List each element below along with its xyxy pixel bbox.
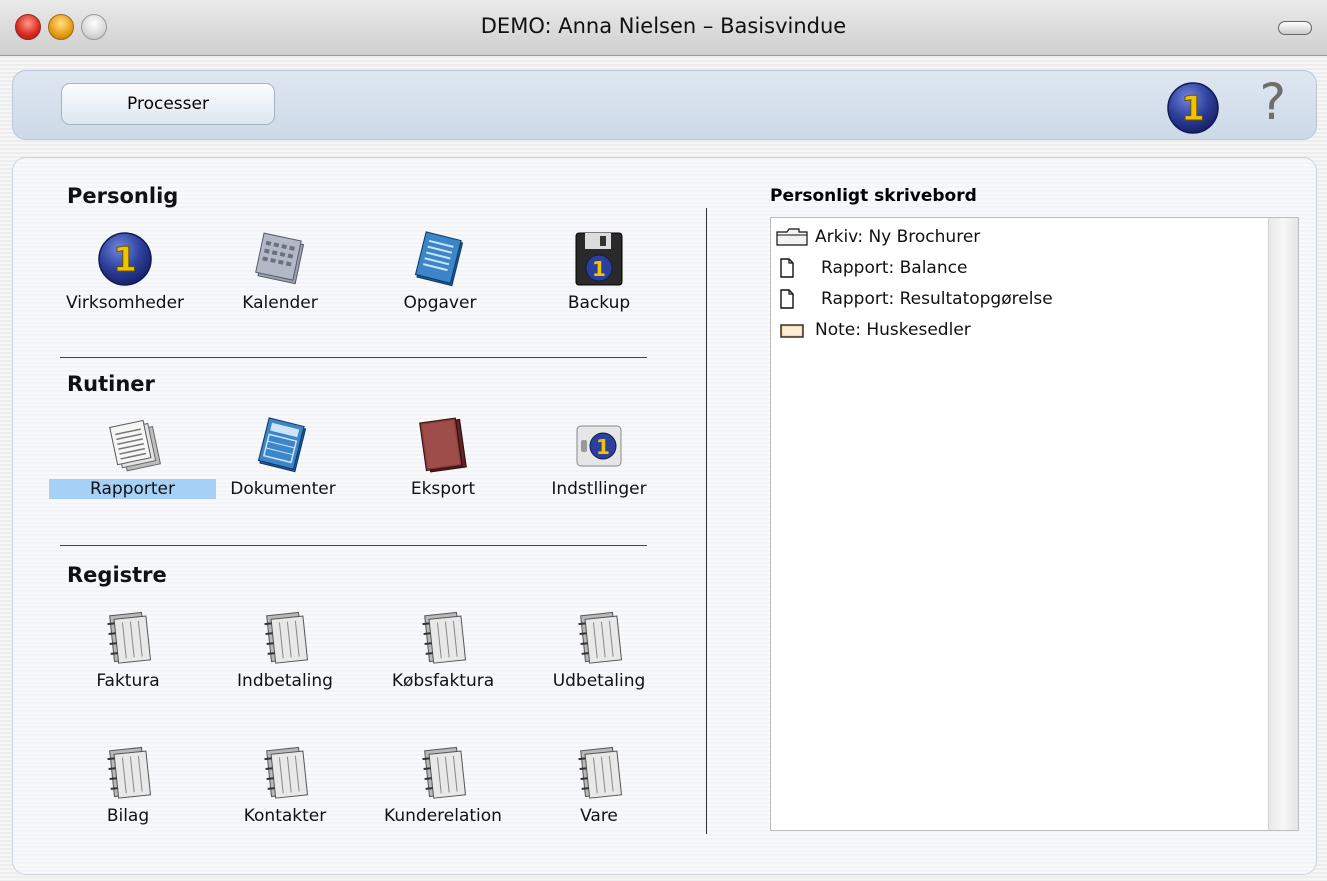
window-title: DEMO: Anna Nielsen – Basisvindue <box>480 14 847 38</box>
desk-title: Personligt skrivebord <box>770 186 977 206</box>
registre-item-bilag[interactable]: Bilag <box>53 743 203 833</box>
folder-icon <box>776 228 808 246</box>
register-icon <box>107 746 152 799</box>
desk-item-rapport-balance[interactable]: Rapport: Balance <box>775 255 967 281</box>
item-label: Købsfaktura <box>391 671 495 691</box>
personlig-item-opgaver[interactable]: Opgaver <box>365 230 515 320</box>
export-book-icon <box>419 417 467 473</box>
item-label: Virksomheder <box>65 293 185 313</box>
register-icon <box>264 746 309 799</box>
registre-item-kontakter[interactable]: Kontakter <box>210 743 360 833</box>
desk-scrollbar[interactable] <box>1268 218 1298 830</box>
item-label: Faktura <box>96 671 160 691</box>
desk-item-rapport-resultat[interactable]: Rapport: Resultatopgørelse <box>775 286 1053 312</box>
calendar-icon <box>255 232 305 285</box>
item-label: Kontakter <box>243 806 327 826</box>
section-heading-registre: Registre <box>67 563 167 587</box>
desk-item-arkiv[interactable]: Arkiv: Ny Brochurer <box>775 224 980 250</box>
note-icon <box>780 324 804 338</box>
item-label: Kalender <box>242 293 318 313</box>
item-label: Vare <box>580 806 618 826</box>
register-icon <box>422 746 467 799</box>
rutiner-item-indstllinger[interactable]: 1 Indstllinger <box>524 416 674 506</box>
svg-text:1: 1 <box>1181 89 1205 129</box>
tasks-icon <box>414 231 464 287</box>
rutiner-item-eksport[interactable]: Eksport <box>368 416 518 506</box>
desk-item-label: Arkiv: Ny Brochurer <box>815 227 981 247</box>
floppy-disk-icon: 1 <box>575 232 623 286</box>
divider <box>60 545 647 546</box>
registre-item-kunderelation[interactable]: Kunderelation <box>368 743 518 833</box>
item-label: Kunderelation <box>384 806 502 826</box>
rutiner-item-rapporter[interactable]: Rapporter <box>49 416 216 506</box>
svg-text:1: 1 <box>592 257 606 281</box>
register-icon <box>578 611 623 664</box>
svg-text:1: 1 <box>596 435 610 459</box>
help-icon[interactable]: ? <box>1259 73 1286 131</box>
desk-item-note[interactable]: Note: Huskesedler <box>775 317 971 343</box>
register-icon <box>422 611 467 664</box>
personlig-item-backup[interactable]: 1 Backup <box>524 230 674 320</box>
vertical-divider <box>706 208 707 834</box>
registre-item-faktura[interactable]: Faktura <box>53 608 203 698</box>
register-icon <box>578 746 623 799</box>
item-label: Indbetaling <box>237 671 333 691</box>
item-label: Indstllinger <box>551 479 647 499</box>
section-heading-personlig: Personlig <box>67 184 179 208</box>
document-icon <box>780 289 794 309</box>
item-label: Backup <box>567 293 631 313</box>
item-label: Eksport <box>410 479 476 499</box>
item-label: Bilag <box>106 806 150 826</box>
svg-text:1: 1 <box>113 240 137 280</box>
item-label: Opgaver <box>403 293 477 313</box>
register-icon <box>264 611 309 664</box>
registre-item-indbetaling[interactable]: Indbetaling <box>210 608 360 698</box>
company-logo-icon: 1 <box>98 232 152 286</box>
registre-item-udbetaling[interactable]: Udbetaling <box>524 608 674 698</box>
item-label: Udbetaling <box>552 671 646 691</box>
register-icon <box>107 611 152 664</box>
reports-icon <box>109 419 161 472</box>
desk-item-label: Rapport: Balance <box>821 258 968 278</box>
item-label: Dokumenter <box>230 479 336 499</box>
document-icon <box>780 258 794 278</box>
desk-item-label: Note: Huskesedler <box>815 320 971 340</box>
registre-item-vare[interactable]: Vare <box>524 743 674 833</box>
rutiner-item-dokumenter[interactable]: Dokumenter <box>208 416 358 506</box>
settings-icon: 1 <box>576 425 622 467</box>
processer-button[interactable]: Processer <box>61 83 275 125</box>
toolbar-toggle-button[interactable] <box>1278 21 1312 35</box>
personlig-item-virksomheder[interactable]: 1 Virksomheder <box>50 230 200 320</box>
documents-icon <box>257 417 307 473</box>
item-label: Rapporter <box>49 479 216 499</box>
personlig-item-kalender[interactable]: Kalender <box>205 230 355 320</box>
desk-item-label: Rapport: Resultatopgørelse <box>821 289 1053 309</box>
registre-item-kobsfaktura[interactable]: Købsfaktura <box>368 608 518 698</box>
section-heading-rutiner: Rutiner <box>67 372 155 396</box>
company-logo-icon[interactable]: 1 <box>1166 81 1220 135</box>
title-bar: DEMO: Anna Nielsen – Basisvindue <box>0 0 1327 56</box>
desk-list[interactable]: Arkiv: Ny Brochurer Rapport: Balance Rap… <box>770 217 1299 831</box>
toolbar: Processer 1 ? <box>12 70 1317 140</box>
divider <box>60 357 647 358</box>
